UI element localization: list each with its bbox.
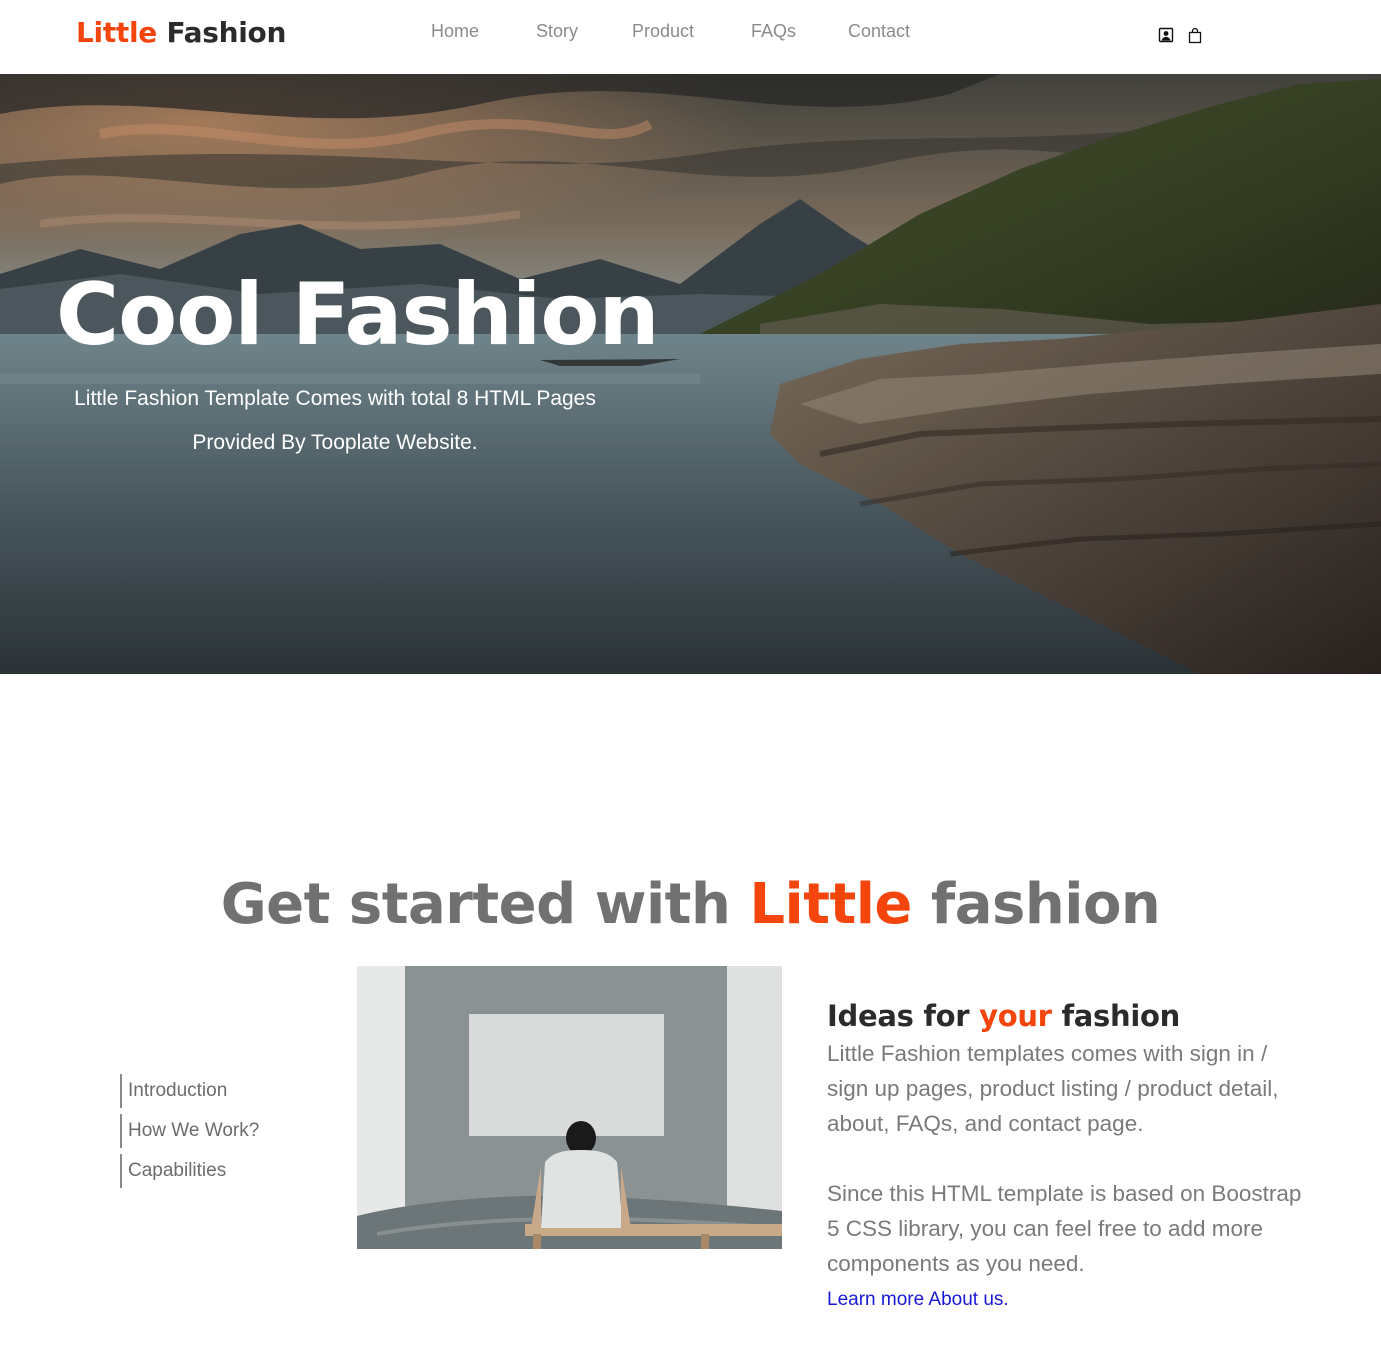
user-icon[interactable]	[1158, 27, 1174, 45]
brand-logo[interactable]: Little Fashion	[76, 16, 286, 49]
nav-link-faqs[interactable]: FAQs	[751, 21, 796, 42]
navbar: Little Fashion Home Story Product FAQs C…	[0, 0, 1381, 74]
nav-link-story[interactable]: Story	[536, 21, 578, 42]
section-title: Get started with Little fashion	[0, 872, 1381, 937]
content-heading: Ideas for your fashion	[827, 996, 1307, 1036]
hero-landscape-image	[0, 74, 1381, 674]
section-tabs: Introduction How We Work? Capabilities	[120, 1074, 340, 1194]
tab-introduction[interactable]: Introduction	[120, 1074, 340, 1108]
section-content: Ideas for your fashion Little Fashion te…	[827, 996, 1307, 1311]
nav-link-contact[interactable]: Contact	[848, 21, 910, 42]
hero-banner: Cool Fashion Little Fashion Template Com…	[0, 74, 1381, 674]
learn-more-link[interactable]: Learn more About us.	[827, 1289, 1307, 1311]
section-title-start: Get started with	[220, 872, 731, 937]
content-paragraph-1: Little Fashion templates comes with sign…	[827, 1041, 1279, 1136]
content-paragraph-2: Since this HTML template is based on Boo…	[827, 1181, 1302, 1276]
shopping-bag-icon[interactable]	[1187, 27, 1203, 45]
content-heading-start: Ideas for	[827, 999, 970, 1033]
nav-icons	[1158, 27, 1208, 47]
gallery-photo	[357, 966, 782, 1249]
section-title-end: fashion	[930, 872, 1161, 937]
tab-how-we-work[interactable]: How We Work?	[120, 1114, 340, 1148]
brand-part-fashion: Fashion	[166, 16, 287, 49]
content-heading-accent: your	[979, 999, 1052, 1033]
hero-subtitle: Little Fashion Template Comes with total…	[74, 387, 596, 454]
tab-capabilities[interactable]: Capabilities	[120, 1154, 340, 1188]
section-title-accent: Little	[749, 872, 912, 937]
hero-title: Cool Fashion	[56, 265, 660, 365]
content-heading-end: fashion	[1061, 999, 1180, 1033]
brand-part-little: Little	[76, 16, 157, 49]
nav-link-product[interactable]: Product	[632, 21, 694, 42]
nav-link-home[interactable]: Home	[431, 21, 479, 42]
